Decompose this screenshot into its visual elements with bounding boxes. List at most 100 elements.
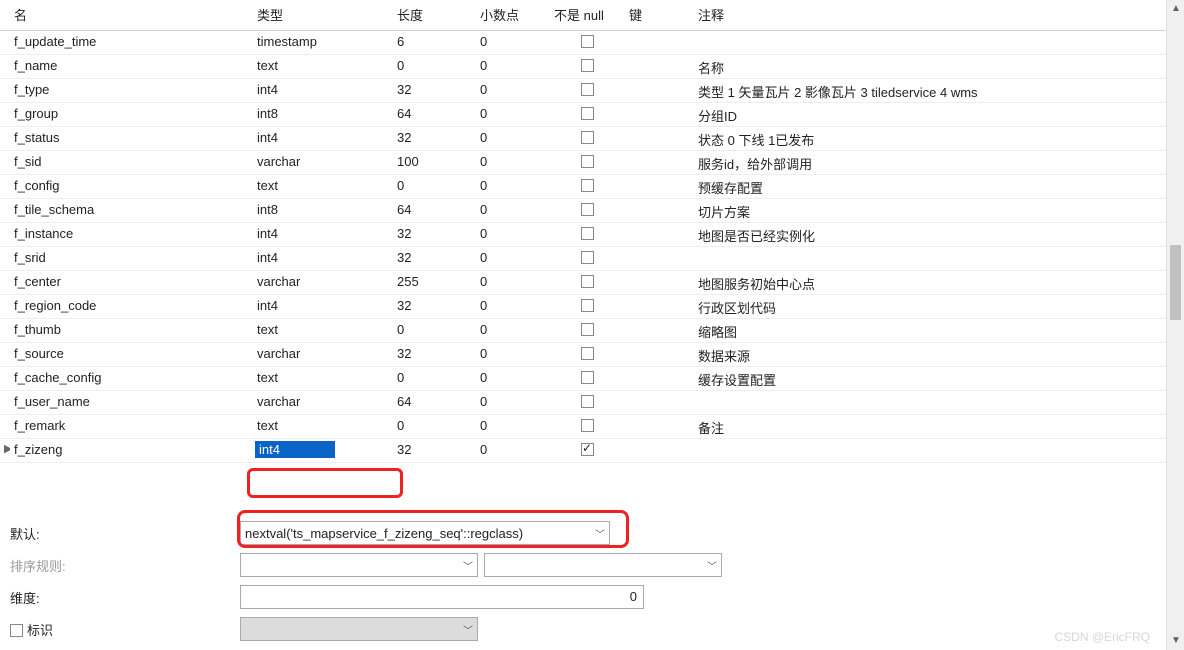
- cell-comment[interactable]: [694, 247, 1166, 270]
- table-row[interactable]: f_tile_schemaint8640切片方案: [0, 199, 1166, 223]
- notnull-checkbox[interactable]: [581, 203, 594, 216]
- cell-type[interactable]: text: [253, 415, 393, 438]
- cell-key[interactable]: [625, 343, 694, 366]
- cell-name[interactable]: f_update_time: [10, 31, 253, 54]
- cell-decimals[interactable]: 0: [476, 55, 550, 78]
- cell-type[interactable]: text: [253, 367, 393, 390]
- cell-key[interactable]: [625, 295, 694, 318]
- cell-length[interactable]: 32: [393, 127, 476, 150]
- cell-name[interactable]: f_user_name: [10, 391, 253, 414]
- cell-decimals[interactable]: 0: [476, 439, 550, 462]
- notnull-checkbox[interactable]: [581, 323, 594, 336]
- cell-notnull[interactable]: [550, 343, 625, 366]
- col-length[interactable]: 长度: [393, 0, 476, 30]
- cell-key[interactable]: [625, 199, 694, 222]
- cell-name[interactable]: f_group: [10, 103, 253, 126]
- notnull-checkbox[interactable]: [581, 155, 594, 168]
- cell-name[interactable]: f_srid: [10, 247, 253, 270]
- cell-key[interactable]: [625, 151, 694, 174]
- cell-notnull[interactable]: [550, 55, 625, 78]
- cell-notnull[interactable]: [550, 439, 625, 462]
- cell-key[interactable]: [625, 391, 694, 414]
- cell-notnull[interactable]: [550, 271, 625, 294]
- cell-decimals[interactable]: 0: [476, 319, 550, 342]
- table-row[interactable]: f_sourcevarchar320数据来源: [0, 343, 1166, 367]
- cell-length[interactable]: 64: [393, 199, 476, 222]
- cell-key[interactable]: [625, 439, 694, 462]
- scroll-thumb[interactable]: [1170, 245, 1181, 320]
- cell-decimals[interactable]: 0: [476, 247, 550, 270]
- scroll-down-icon[interactable]: ▼: [1170, 634, 1182, 648]
- notnull-checkbox[interactable]: [581, 107, 594, 120]
- cell-decimals[interactable]: 0: [476, 415, 550, 438]
- notnull-checkbox[interactable]: [581, 371, 594, 384]
- identity-checkbox[interactable]: [10, 624, 23, 637]
- table-row[interactable]: ▶f_zizengint4320: [0, 439, 1166, 463]
- notnull-checkbox[interactable]: [581, 419, 594, 432]
- collation-combo-2[interactable]: ﹀: [484, 553, 722, 577]
- table-row[interactable]: f_update_timetimestamp60: [0, 31, 1166, 55]
- cell-notnull[interactable]: [550, 31, 625, 54]
- cell-length[interactable]: 0: [393, 367, 476, 390]
- cell-length[interactable]: 64: [393, 103, 476, 126]
- cell-decimals[interactable]: 0: [476, 103, 550, 126]
- cell-type[interactable]: timestamp: [253, 31, 393, 54]
- cell-comment[interactable]: [694, 31, 1166, 54]
- cell-name[interactable]: f_cache_config: [10, 367, 253, 390]
- cell-notnull[interactable]: [550, 151, 625, 174]
- cell-length[interactable]: 32: [393, 343, 476, 366]
- cell-decimals[interactable]: 0: [476, 151, 550, 174]
- cell-type[interactable]: int4: [253, 247, 393, 270]
- cell-decimals[interactable]: 0: [476, 367, 550, 390]
- cell-comment[interactable]: 预缓存配置: [694, 175, 1166, 198]
- cell-decimals[interactable]: 0: [476, 31, 550, 54]
- notnull-checkbox[interactable]: [581, 251, 594, 264]
- cell-name[interactable]: f_thumb: [10, 319, 253, 342]
- notnull-checkbox[interactable]: [581, 443, 594, 456]
- cell-decimals[interactable]: 0: [476, 271, 550, 294]
- identity-field[interactable]: 标识: [10, 620, 240, 639]
- cell-length[interactable]: 255: [393, 271, 476, 294]
- cell-name[interactable]: f_region_code: [10, 295, 253, 318]
- cell-name[interactable]: f_tile_schema: [10, 199, 253, 222]
- default-value-combo[interactable]: nextval('ts_mapservice_f_zizeng_seq'::re…: [240, 521, 610, 545]
- cell-name[interactable]: f_center: [10, 271, 253, 294]
- cell-name[interactable]: f_sid: [10, 151, 253, 174]
- cell-key[interactable]: [625, 271, 694, 294]
- notnull-checkbox[interactable]: [581, 395, 594, 408]
- cell-length[interactable]: 32: [393, 295, 476, 318]
- notnull-checkbox[interactable]: [581, 35, 594, 48]
- cell-length[interactable]: 0: [393, 175, 476, 198]
- cell-key[interactable]: [625, 247, 694, 270]
- col-comment[interactable]: 注释: [694, 0, 1166, 30]
- table-row[interactable]: f_user_namevarchar640: [0, 391, 1166, 415]
- cell-type[interactable]: int8: [253, 199, 393, 222]
- cell-comment[interactable]: 缓存设置配置: [694, 367, 1166, 390]
- notnull-checkbox[interactable]: [581, 59, 594, 72]
- cell-comment[interactable]: 地图是否已经实例化: [694, 223, 1166, 246]
- col-name[interactable]: 名: [10, 0, 253, 30]
- cell-decimals[interactable]: 0: [476, 175, 550, 198]
- cell-name[interactable]: f_zizeng: [10, 439, 253, 462]
- cell-length[interactable]: 32: [393, 439, 476, 462]
- cell-length[interactable]: 32: [393, 79, 476, 102]
- cell-comment[interactable]: 服务id，给外部调用: [694, 151, 1166, 174]
- col-decimals[interactable]: 小数点: [476, 0, 550, 30]
- notnull-checkbox[interactable]: [581, 83, 594, 96]
- notnull-checkbox[interactable]: [581, 227, 594, 240]
- cell-notnull[interactable]: [550, 127, 625, 150]
- cell-key[interactable]: [625, 55, 694, 78]
- table-row[interactable]: f_cache_configtext00缓存设置配置: [0, 367, 1166, 391]
- vertical-scrollbar[interactable]: ▲ ▼: [1166, 0, 1184, 650]
- cell-length[interactable]: 0: [393, 319, 476, 342]
- cell-length[interactable]: 0: [393, 415, 476, 438]
- cell-comment[interactable]: 数据来源: [694, 343, 1166, 366]
- cell-notnull[interactable]: [550, 367, 625, 390]
- cell-type[interactable]: varchar: [253, 151, 393, 174]
- cell-comment[interactable]: 地图服务初始中心点: [694, 271, 1166, 294]
- collation-combo-1[interactable]: ﹀: [240, 553, 478, 577]
- cell-type[interactable]: text: [253, 175, 393, 198]
- cell-name[interactable]: f_type: [10, 79, 253, 102]
- cell-type[interactable]: text: [253, 319, 393, 342]
- cell-key[interactable]: [625, 79, 694, 102]
